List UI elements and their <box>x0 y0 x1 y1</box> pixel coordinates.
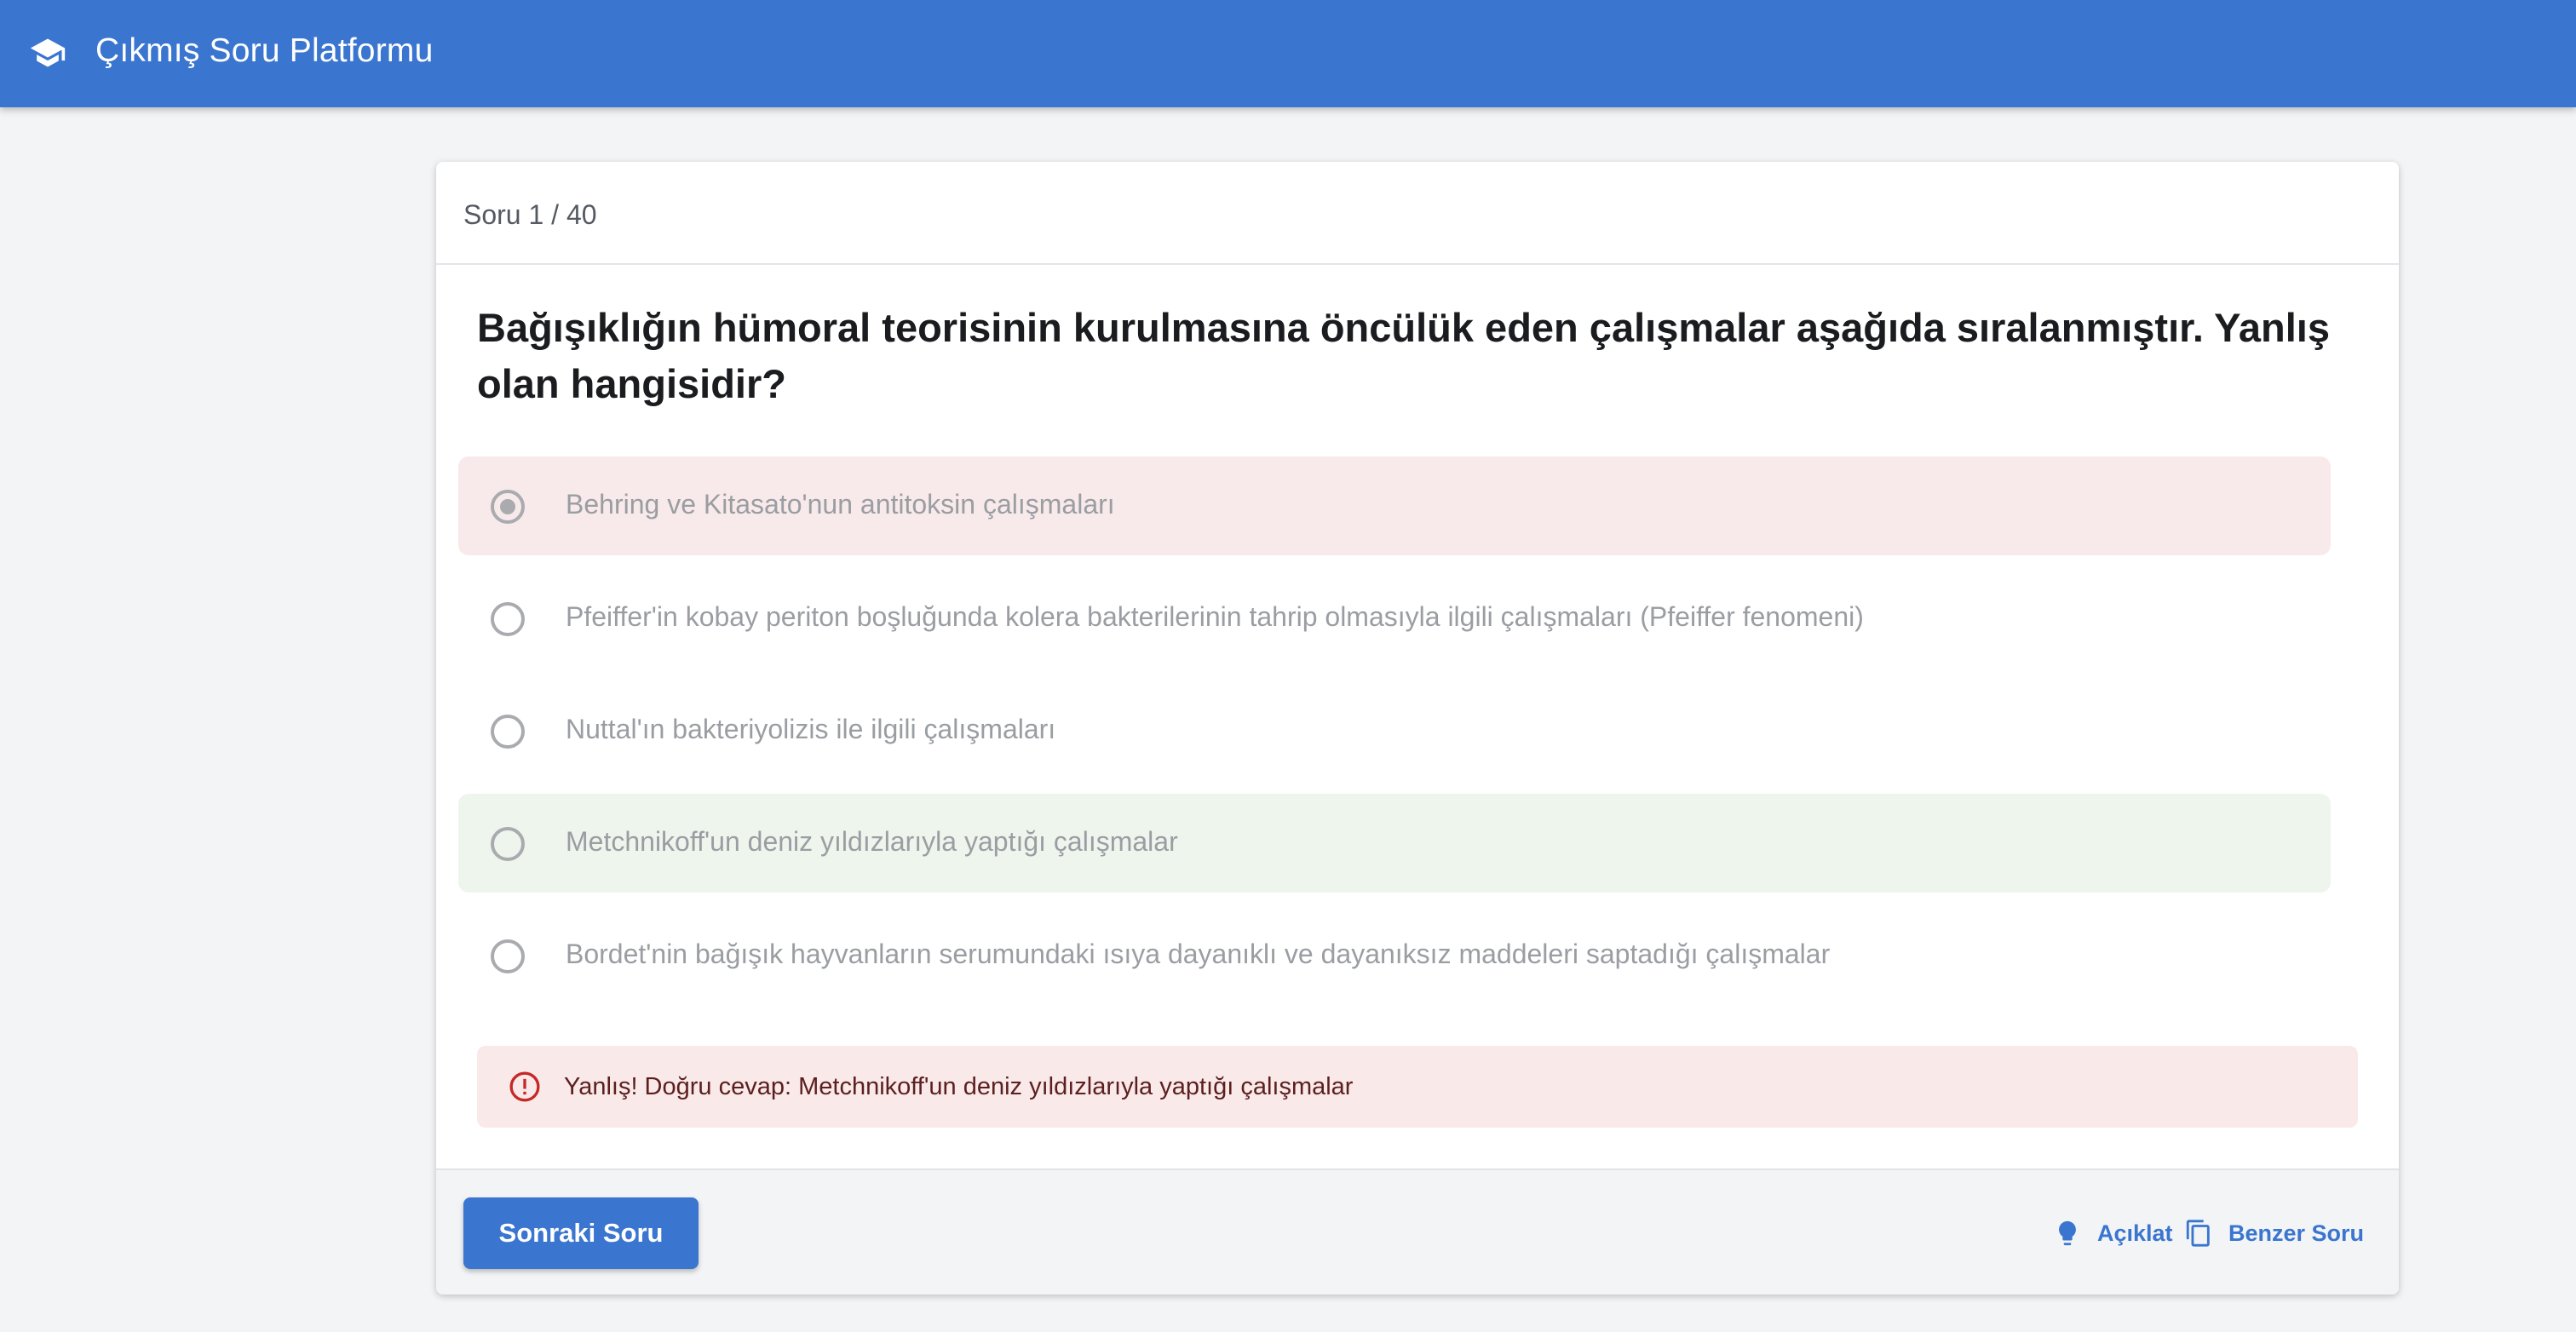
option-label: Nuttal'ın bakteriyolizis ile ilgili çalı… <box>566 714 1056 744</box>
similar-label: Benzer Soru <box>2228 1220 2365 1246</box>
graduation-cap-icon <box>30 38 66 67</box>
radio-button[interactable] <box>491 602 525 636</box>
option-label: Pfeiffer'in kobay periton boşluğunda kol… <box>566 601 1864 632</box>
radio-button[interactable] <box>491 827 525 861</box>
option-2[interactable]: Pfeiffer'in kobay periton boşluğunda kol… <box>458 569 2331 668</box>
question-card: Soru 1 / 40 Bağışıklığın hümoral teorisi… <box>436 162 2399 1295</box>
question-counter: Soru 1 / 40 <box>463 199 597 230</box>
card-footer: Sonraki Soru Açıklat Benzer Soru <box>436 1168 2399 1295</box>
radio-button[interactable] <box>491 715 525 749</box>
similar-question-button[interactable]: Benzer Soru <box>2184 1216 2364 1250</box>
app-title: Çıkmış Soru Platformu <box>95 32 434 69</box>
option-3[interactable]: Nuttal'ın bakteriyolizis ile ilgili çalı… <box>458 681 2331 780</box>
error-circle-icon <box>509 1071 540 1102</box>
explain-label: Açıklat <box>2097 1220 2173 1246</box>
question-text: Bağışıklığın hümoral teorisinin kurulmas… <box>477 305 2330 406</box>
option-label: Bordet'nin bağışık hayvanların serumunda… <box>566 939 1831 969</box>
copy-icon <box>2186 1220 2210 1247</box>
radio-button[interactable] <box>491 490 525 524</box>
explain-button[interactable]: Açıklat <box>2053 1216 2173 1250</box>
next-question-button[interactable]: Sonraki Soru <box>463 1197 699 1269</box>
lightbulb-icon <box>2059 1220 2076 1246</box>
radio-button[interactable] <box>491 939 525 973</box>
card-header: Soru 1 / 40 <box>436 162 2399 265</box>
feedback-alert: Yanlış! Doğru cevap: Metchnikoff'un deni… <box>477 1046 2358 1128</box>
option-5[interactable]: Bordet'nin bağışık hayvanların serumunda… <box>458 906 2331 1005</box>
option-label: Metchnikoff'un deniz yıldızlarıyla yaptı… <box>566 826 1178 857</box>
feedback-message: Yanlış! Doğru cevap: Metchnikoff'un deni… <box>564 1073 1354 1100</box>
option-label: Behring ve Kitasato'nun antitoksin çalış… <box>566 489 1115 520</box>
option-4[interactable]: Metchnikoff'un deniz yıldızlarıyla yaptı… <box>458 794 2331 893</box>
app-bar: Çıkmış Soru Platformu <box>0 0 2576 107</box>
option-1[interactable]: Behring ve Kitasato'nun antitoksin çalış… <box>458 456 2331 555</box>
